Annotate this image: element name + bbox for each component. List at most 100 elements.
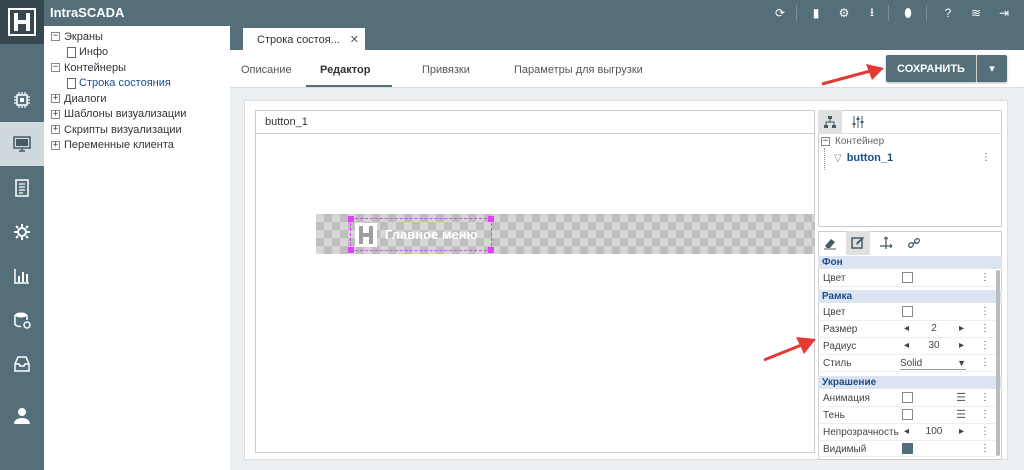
tree-item-status-bar[interactable]: Строка состояния: [51, 76, 230, 92]
resize-handle[interactable]: [348, 247, 354, 253]
wifi-icon[interactable]: ≋: [968, 5, 984, 21]
tree-item-dialogs[interactable]: + Диалоги: [51, 91, 230, 107]
expand-icon[interactable]: +: [51, 140, 60, 150]
style-select[interactable]: Solid ▼: [900, 358, 966, 370]
decrement-icon[interactable]: ◂: [904, 323, 909, 334]
tab-description[interactable]: Описание: [241, 64, 292, 76]
radius-stepper[interactable]: ◂ 30 ▸: [904, 340, 964, 351]
opacity-stepper[interactable]: ◂ 100 ▸: [904, 426, 964, 437]
expand-icon[interactable]: +: [51, 94, 60, 104]
decrement-icon[interactable]: ◂: [904, 340, 909, 351]
tab-bindings[interactable]: Привязки: [422, 64, 470, 76]
database-icon[interactable]: [0, 298, 44, 342]
more-vert-icon[interactable]: ⋮: [980, 409, 990, 420]
document-tab[interactable]: Строка состоя... ✕: [243, 26, 365, 51]
tree-item-scripts[interactable]: + Скрипты визуализации: [51, 122, 230, 138]
canvas-title: button_1: [255, 110, 815, 134]
document-icon: [67, 46, 76, 58]
tab-editor[interactable]: Редактор: [320, 64, 370, 76]
tree-item-info[interactable]: Инфо: [51, 45, 230, 61]
prop-shadow: Тень ☰ ⋮: [818, 407, 996, 424]
tree-item-templates[interactable]: + Шаблоны визуализации: [51, 107, 230, 123]
properties-scrollbar[interactable]: [996, 270, 1000, 456]
color-swatch[interactable]: [902, 272, 913, 283]
report-icon[interactable]: [0, 166, 44, 210]
object-tree-child[interactable]: ▽ button_1: [834, 152, 893, 164]
refresh-icon[interactable]: ⟳: [772, 5, 788, 21]
object-tree-root[interactable]: − Контейнер: [821, 136, 884, 147]
more-vert-icon[interactable]: ⋮: [980, 272, 990, 283]
logout-icon[interactable]: ⇥: [996, 5, 1012, 21]
hierarchy-icon[interactable]: [818, 110, 842, 134]
collapse-icon[interactable]: −: [51, 63, 60, 73]
link-icon[interactable]: [902, 231, 926, 255]
collapse-icon[interactable]: −: [51, 32, 60, 42]
bar-chart-icon[interactable]: [0, 254, 44, 298]
animation-checkbox[interactable]: [902, 392, 913, 403]
tune-icon[interactable]: ☰: [956, 408, 966, 421]
prop-border-radius: Радиус ◂ 30 ▸ ⋮: [818, 338, 996, 355]
settings-icon[interactable]: [0, 210, 44, 254]
more-vert-icon[interactable]: ⋮: [980, 340, 990, 351]
eraser-icon[interactable]: [818, 231, 842, 255]
size-stepper[interactable]: ◂ 2 ▸: [904, 323, 964, 334]
more-vert-icon[interactable]: ⋮: [980, 357, 990, 368]
app-title: IntraSCADA: [50, 5, 125, 20]
more-vert-icon[interactable]: ⋮: [980, 392, 990, 403]
stepper-value[interactable]: 30: [928, 340, 939, 351]
archive-icon[interactable]: [0, 342, 44, 386]
shadow-checkbox[interactable]: [902, 409, 913, 420]
tree-item-screens[interactable]: − Экраны: [51, 29, 230, 45]
more-vert-icon[interactable]: ⋮: [980, 323, 990, 334]
user-icon[interactable]: [0, 394, 44, 438]
gear-icon[interactable]: ⚙: [836, 5, 852, 21]
prop-border-style: Стиль Solid ▼ ⋮: [818, 355, 996, 372]
decrement-icon[interactable]: ◂: [904, 426, 909, 437]
download-icon[interactable]: ⭳: [864, 5, 880, 21]
tree-item-label: Скрипты визуализации: [64, 123, 182, 136]
triangle-icon: ▽: [834, 152, 842, 164]
tablet-icon[interactable]: ▮: [808, 5, 824, 21]
toolbar-divider: [888, 5, 889, 21]
help-icon[interactable]: ?: [940, 5, 956, 21]
color-swatch[interactable]: [902, 306, 913, 317]
more-vert-icon[interactable]: ⋮: [980, 443, 990, 454]
edit-icon[interactable]: [846, 231, 870, 255]
close-icon[interactable]: ✕: [350, 33, 359, 46]
expand-icon[interactable]: +: [51, 109, 60, 119]
tune-icon[interactable]: ☰: [956, 391, 966, 404]
stepper-value[interactable]: 100: [926, 426, 943, 437]
tree-item-label: Строка состояния: [79, 77, 171, 90]
increment-icon[interactable]: ▸: [959, 426, 964, 437]
more-vert-icon[interactable]: ⋮: [981, 152, 991, 163]
resize-handle[interactable]: [488, 247, 494, 253]
design-canvas[interactable]: [255, 110, 815, 453]
increment-icon[interactable]: ▸: [959, 340, 964, 351]
tree-connector: [824, 148, 825, 170]
expand-icon[interactable]: +: [51, 125, 60, 135]
selected-widget-button[interactable]: Главное меню: [348, 216, 494, 253]
widget-label: Главное меню: [385, 227, 478, 242]
chip-icon[interactable]: [0, 78, 44, 122]
prop-visible: Видимый ⋮: [818, 441, 996, 457]
tree-item-containers[interactable]: − Контейнеры: [51, 60, 230, 76]
more-vert-icon[interactable]: ⋮: [980, 306, 990, 317]
resize-handle[interactable]: [348, 216, 354, 222]
save-button[interactable]: СОХРАНИТЬ: [886, 55, 976, 82]
monitor-icon[interactable]: [0, 122, 44, 166]
collapse-icon[interactable]: −: [821, 137, 830, 146]
tab-export-params[interactable]: Параметры для выгрузки: [514, 64, 643, 76]
tree-item-client-variables[interactable]: + Переменные клиента: [51, 138, 230, 154]
save-dropdown-button[interactable]: ▾: [977, 55, 1007, 82]
stepper-value[interactable]: 2: [931, 323, 937, 334]
app-logo: [0, 0, 44, 44]
bug-icon[interactable]: ⬮: [900, 5, 916, 21]
move-icon[interactable]: [874, 231, 898, 255]
section-decoration: Украшение: [818, 376, 1002, 389]
section-background: Фон: [818, 256, 1002, 269]
increment-icon[interactable]: ▸: [959, 323, 964, 334]
resize-handle[interactable]: [488, 216, 494, 222]
visible-checkbox[interactable]: [902, 443, 913, 454]
sliders-icon[interactable]: [846, 110, 870, 134]
more-vert-icon[interactable]: ⋮: [980, 426, 990, 437]
